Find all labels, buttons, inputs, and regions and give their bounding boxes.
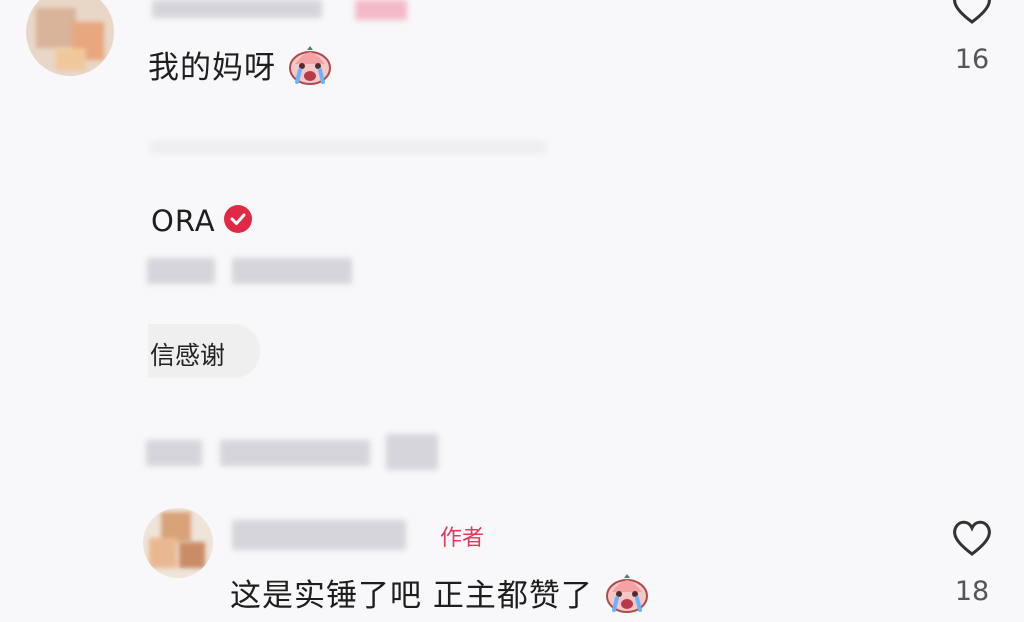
like-count: 16 bbox=[954, 44, 990, 75]
crying-face-icon bbox=[604, 573, 650, 622]
avatar-pixel bbox=[36, 8, 76, 48]
blurred-meta bbox=[146, 440, 202, 466]
avatar-pixel bbox=[179, 542, 205, 568]
comment-text-content: 我的妈呀 bbox=[148, 50, 276, 86]
blurred-meta bbox=[232, 258, 352, 284]
verified-username-row[interactable]: ORA bbox=[151, 204, 252, 238]
avatar[interactable] bbox=[26, 0, 114, 76]
avatar-pixel bbox=[56, 48, 86, 70]
blurred-meta bbox=[147, 258, 215, 284]
comment-text: 我的妈呀 bbox=[148, 42, 333, 94]
blurred-meta bbox=[220, 440, 370, 466]
reply-chip[interactable]: 信感谢 bbox=[148, 324, 260, 378]
avatar-pixel bbox=[149, 538, 177, 568]
comment-text-content: 这是实锤了吧 正主都赞了 bbox=[230, 578, 593, 614]
verified-check-icon bbox=[223, 205, 252, 233]
crying-face-icon bbox=[287, 45, 333, 94]
blurred-meta bbox=[386, 434, 438, 470]
like-heart-icon[interactable] bbox=[950, 0, 994, 28]
like-heart-icon[interactable] bbox=[950, 516, 994, 560]
username-blurred[interactable] bbox=[152, 0, 322, 18]
reply-chip-text: 信感谢 bbox=[150, 341, 226, 370]
avatar[interactable] bbox=[143, 508, 213, 578]
username-blurred[interactable] bbox=[232, 520, 406, 550]
verified-username: ORA bbox=[151, 204, 216, 238]
like-count: 18 bbox=[954, 576, 990, 607]
author-badge: 作者 bbox=[440, 526, 485, 551]
comment-text: 这是实锤了吧 正主都赞了 bbox=[230, 570, 650, 622]
blurred-line bbox=[150, 140, 546, 154]
badge-blurred bbox=[355, 0, 407, 20]
